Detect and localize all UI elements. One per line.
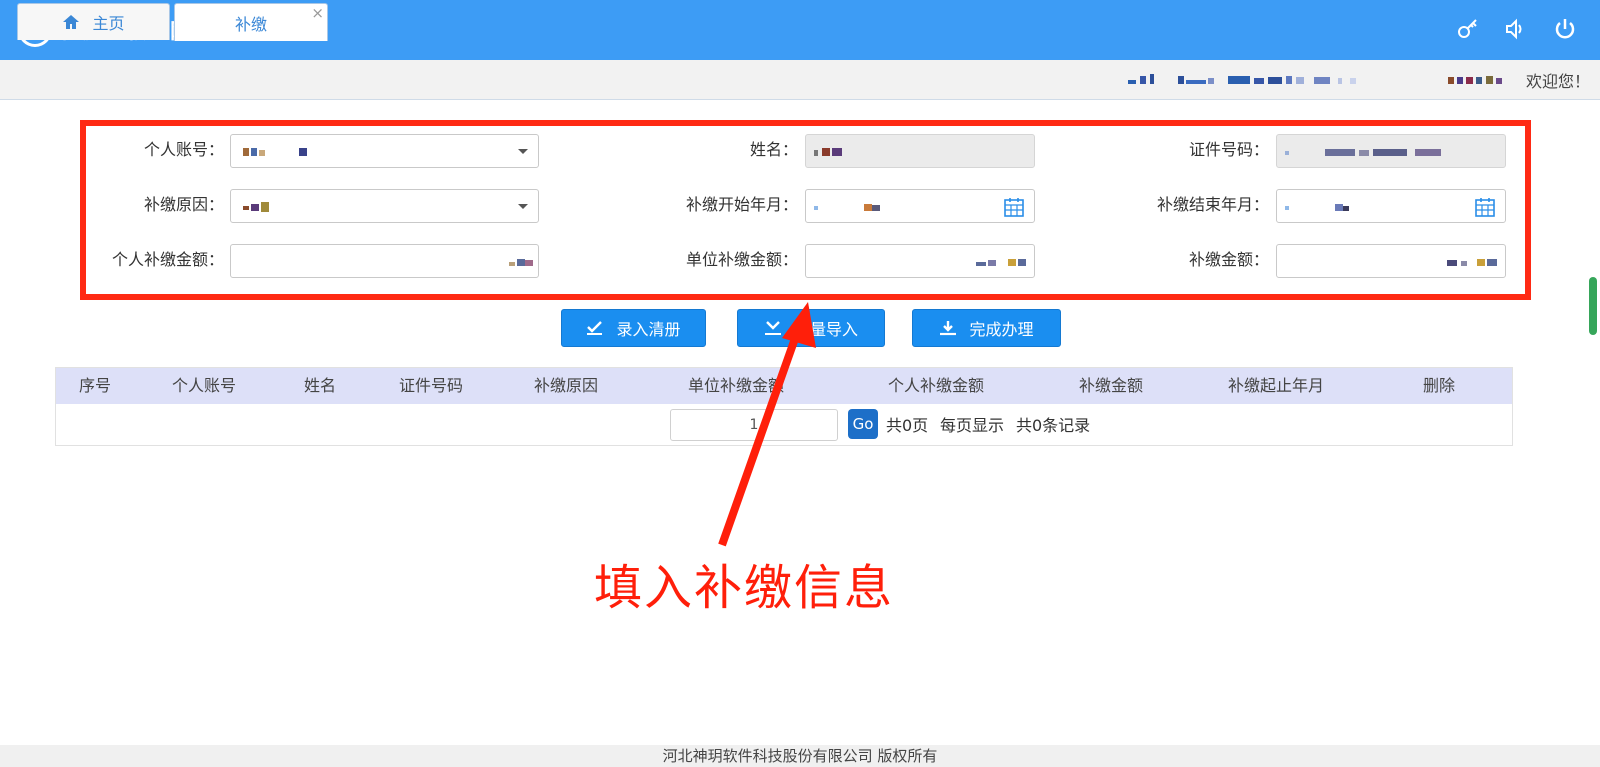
footer-copyright: 河北神玥软件科技股份有限公司 版权所有	[0, 745, 1600, 767]
annotation-arrow	[718, 302, 816, 547]
annotation-text: 填入补缴信息	[594, 560, 895, 616]
scroll-indicator[interactable]	[1589, 277, 1597, 335]
